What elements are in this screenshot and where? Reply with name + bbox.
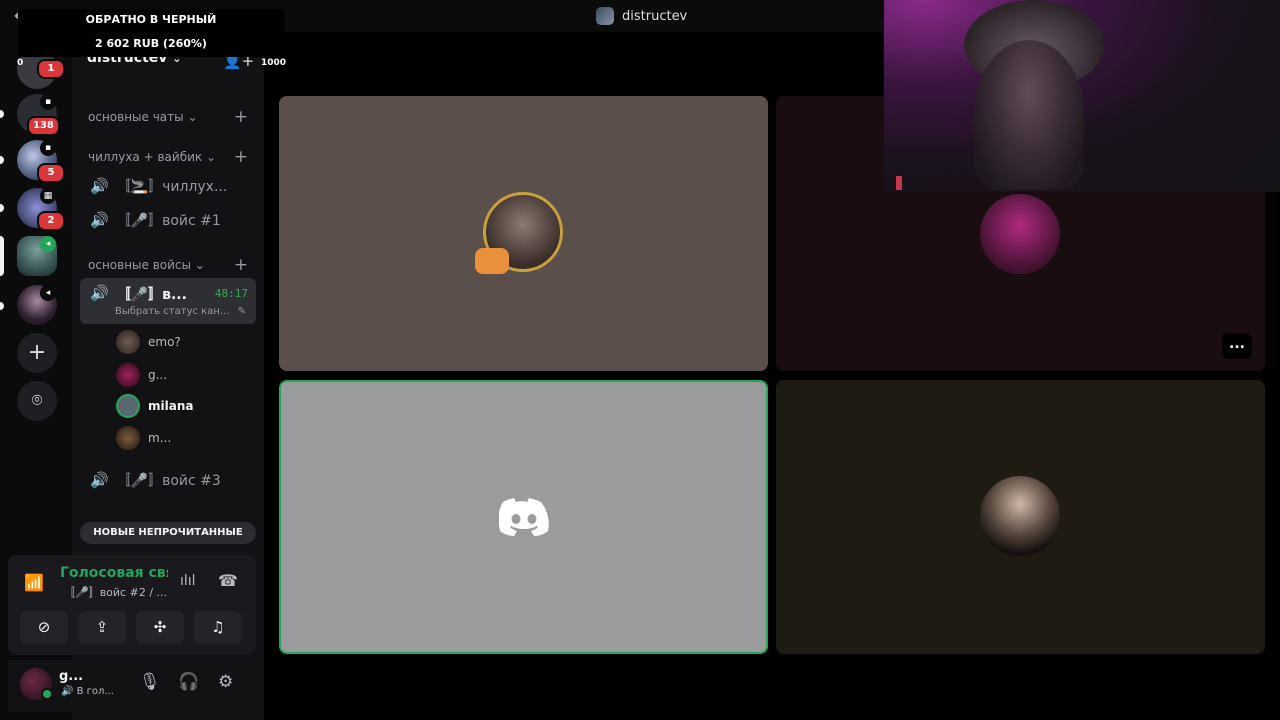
member-name: g...	[148, 368, 168, 382]
window-title: distructev	[596, 7, 687, 25]
camera-off-button[interactable]: ⊘	[20, 611, 68, 643]
window-title-text: distructev	[622, 8, 688, 24]
activities-icon: ✣	[153, 618, 167, 636]
avatar	[980, 476, 1060, 556]
discord-logo-icon	[499, 498, 549, 536]
share-screen-icon: ⇪	[95, 618, 109, 636]
more-options-icon[interactable]: ...	[1222, 333, 1252, 359]
discover-icon[interactable]: ⌾	[17, 381, 57, 421]
tile-user-1[interactable]	[279, 96, 768, 371]
server-icon	[596, 7, 614, 25]
unread-pill-3	[0, 156, 4, 164]
activities-button[interactable]: ✣	[136, 611, 184, 643]
signal-icon[interactable]: 📶	[24, 573, 44, 592]
member-name: emo?	[148, 335, 181, 349]
voice-member-speaking[interactable]: milana	[116, 393, 193, 419]
user-panel: g... 🔊 В гол... 🎙 🎧 ⚙	[8, 660, 256, 712]
camera-off-icon: ⊘	[37, 618, 51, 636]
add-channel-icon[interactable]: +	[234, 107, 248, 127]
server-badge-3: 5	[37, 163, 65, 183]
add-channel-icon[interactable]: +	[234, 147, 248, 167]
chat-icon: ▪	[40, 94, 56, 110]
category-main-voice[interactable]: основные войсы ⌄ +	[88, 255, 248, 275]
channel-voice-3[interactable]: 🔊 〚🎤〛войс #3	[80, 464, 256, 496]
selected-pill	[0, 236, 4, 276]
channel-voice-1[interactable]: 🔊 〚🎤〛войс #1	[80, 204, 256, 236]
new-unread-button[interactable]: НОВЫЕ НЕПРОЧИТАННЫЕ	[80, 522, 256, 544]
voice-member[interactable]: m...	[116, 425, 171, 451]
category-label: основные чаты	[88, 110, 184, 124]
member-name: m...	[148, 431, 172, 445]
calendar-icon: ▦	[40, 188, 56, 204]
donation-counter: 1000	[261, 58, 287, 68]
category-main-chats[interactable]: основные чаты ⌄ +	[88, 107, 248, 127]
channel-voice-2-active[interactable]: 🔊 〚🎤〛в... 48:17 Выбрать статус кан... ✎	[80, 278, 256, 324]
avatar	[116, 330, 140, 354]
chevron-down-icon: ⌄	[194, 258, 205, 272]
user-status: 🔊 В гол...	[61, 686, 114, 697]
disconnect-icon[interactable]: ☎	[218, 571, 238, 590]
server-badge-2: 138	[27, 116, 60, 136]
avatar	[116, 426, 140, 450]
pencil-icon[interactable]: ✎	[238, 306, 246, 317]
channel-label: 〚🚬〛чиллух...	[116, 179, 228, 195]
add-channel-icon[interactable]: +	[234, 255, 248, 275]
soundboard-icon: ♫	[211, 618, 225, 636]
category-label: чиллуха + вайбик	[88, 150, 203, 164]
voice-member[interactable]: emo?	[116, 329, 181, 355]
headphones-icon[interactable]: 🎧	[178, 672, 199, 692]
unread-pill-4	[0, 204, 4, 212]
rail-edge-digit: 0	[17, 58, 24, 68]
speaker-icon: 🔊	[90, 471, 109, 489]
share-screen-button[interactable]: ⇪	[78, 611, 126, 643]
speaker-icon: ◂	[40, 236, 56, 252]
avatar	[980, 194, 1060, 274]
user-name[interactable]: g...	[59, 669, 83, 684]
speaker-icon: 🔊	[90, 211, 109, 229]
speaker-icon: 🔊	[90, 284, 109, 302]
avatar	[116, 363, 140, 387]
tile-user-milana[interactable]	[279, 380, 768, 654]
voice-member[interactable]: g...	[116, 362, 167, 388]
online-status-dot	[41, 688, 53, 700]
donation-amount: 2 602 RUB (260%)	[95, 37, 207, 50]
soundboard-button[interactable]: ♫	[194, 611, 242, 643]
server-badge-4: 2	[37, 211, 65, 231]
cat-decoration-icon	[475, 248, 509, 274]
chevron-down-icon: ⌄	[205, 150, 217, 164]
voice-connected-channel[interactable]: 〚🎤〛войс #2 / ...	[64, 584, 167, 600]
channel-label: 〚🎤〛войс #1	[116, 213, 221, 229]
chevron-down-icon: ⌄	[187, 110, 198, 124]
channel-chill[interactable]: 🔊 〚🚬〛чиллух...	[80, 170, 256, 202]
discord-app: ← → distructev ОБРАТНО В ЧЕРНЫЙ 2 602 RU…	[0, 0, 1280, 720]
voice-connection-panel: 📶 Голосовая связь 〚🎤〛войс #2 / ... ılıl …	[8, 555, 256, 655]
speaker-icon: ◂	[40, 285, 56, 301]
channel-label: 〚🎤〛в...	[116, 287, 187, 303]
donation-overlay: ОБРАТНО В ЧЕРНЫЙ 2 602 RUB (260%)	[18, 9, 284, 57]
donation-title: ОБРАТНО В ЧЕРНЫЙ	[85, 13, 217, 26]
member-name: milana	[148, 399, 194, 413]
noise-suppression-icon[interactable]: ılıl	[180, 573, 196, 589]
category-chill[interactable]: чиллуха + вайбик ⌄ +	[88, 147, 248, 167]
add-server-icon[interactable]: +	[17, 333, 57, 373]
category-label: основные войсы	[88, 258, 192, 272]
settings-gear-icon[interactable]: ⚙	[218, 672, 233, 692]
tile-user-4[interactable]	[776, 380, 1265, 654]
speaker-icon: 🔊	[90, 177, 109, 195]
server-badge-1: 1	[37, 59, 65, 79]
channel-label: 〚🎤〛войс #3	[116, 473, 221, 489]
unread-pill-2	[0, 110, 4, 118]
voice-connected-title[interactable]: Голосовая связь	[60, 565, 168, 581]
streamer-webcam-overlay	[884, 0, 1280, 192]
call-timer: 48:17	[214, 287, 248, 300]
avatar	[116, 394, 140, 418]
channel-status-text[interactable]: Выбрать статус кан...	[115, 306, 229, 317]
microphone-icon[interactable]: 🎙	[139, 672, 161, 692]
webcam-person-body	[974, 40, 1084, 190]
webcam-lamp	[896, 176, 902, 190]
chat-icon: ▪	[40, 140, 56, 156]
unread-pill-6	[0, 302, 4, 310]
